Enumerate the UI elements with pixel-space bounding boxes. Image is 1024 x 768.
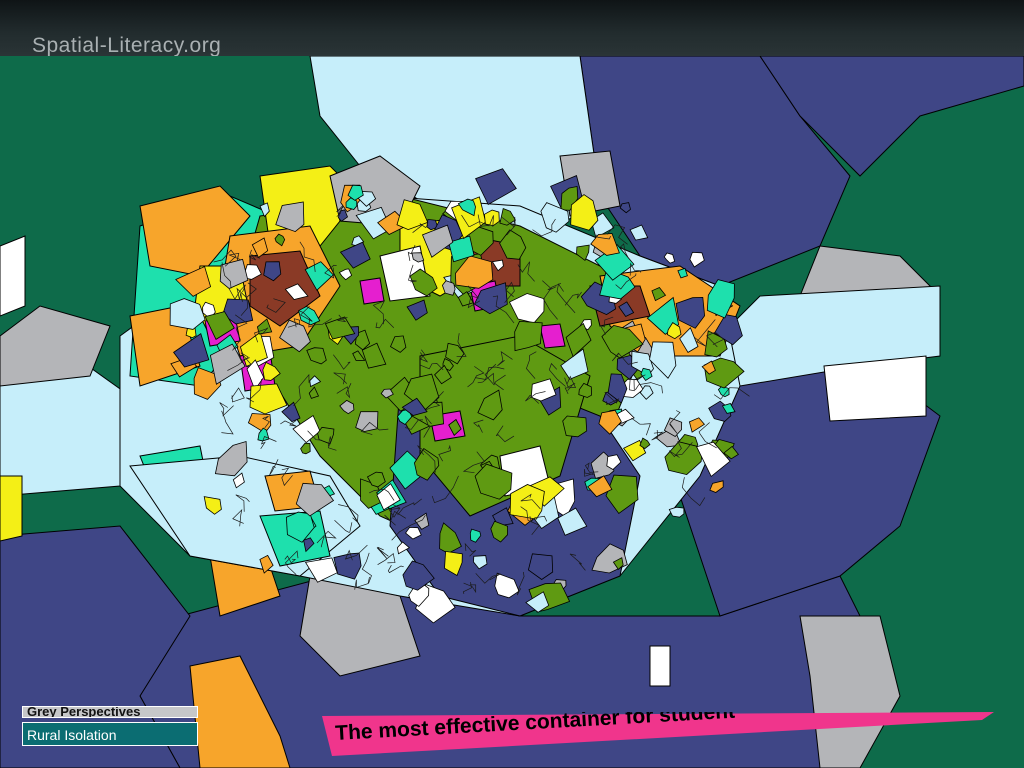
legend-item-grey-perspectives: Grey Perspectives	[22, 706, 198, 718]
map-legend: Grey Perspectives Rural Isolation	[22, 706, 198, 746]
map-zone-white-west	[0, 235, 26, 317]
map-block	[562, 415, 588, 438]
caption-banner: The most effective container for student	[322, 712, 1002, 756]
map-svg	[0, 56, 1024, 768]
map-zone-yellow-west	[0, 475, 23, 542]
map-zone-white-south	[649, 645, 671, 687]
map-zone-magenta-6	[359, 277, 385, 305]
site-header: Spatial-Literacy.org	[0, 0, 1024, 56]
map-zone-magenta-5	[539, 323, 566, 349]
site-brand: Spatial-Literacy.org	[32, 34, 222, 56]
choropleth-map	[0, 56, 1024, 768]
map-zone-white-east	[823, 355, 927, 422]
legend-item-rural-isolation: Rural Isolation	[22, 722, 198, 746]
